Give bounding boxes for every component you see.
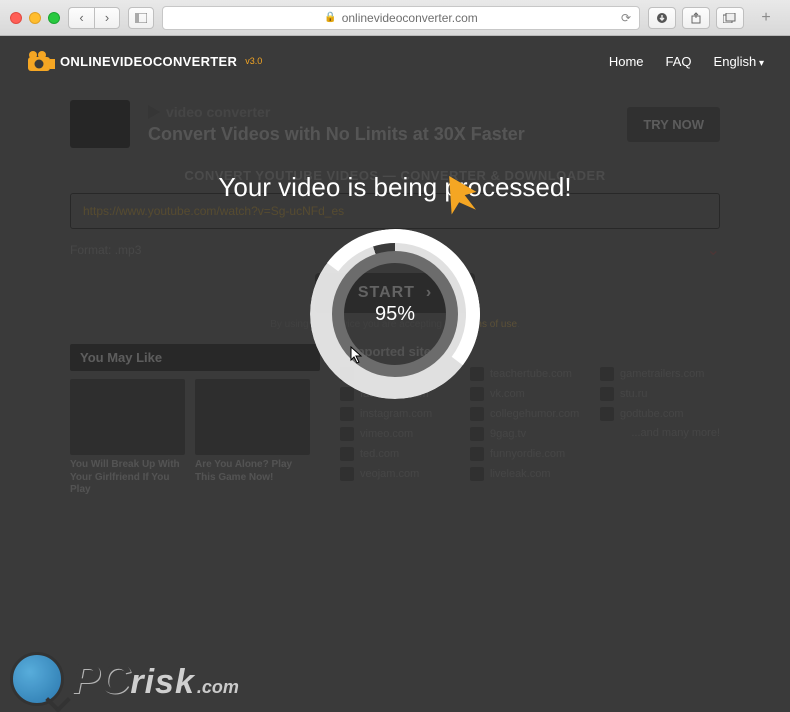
progress-percent: 95% xyxy=(310,229,480,399)
reload-icon[interactable]: ⟳ xyxy=(621,11,631,25)
page-content: ONLINEVIDEOCONVERTER v3.0 Home FAQ Engli… xyxy=(0,36,790,712)
address-bar[interactable]: 🔒 onlinevideoconverter.com ⟳ xyxy=(162,6,640,30)
minimize-icon[interactable] xyxy=(29,12,41,24)
browser-window: ‹ › 🔒 onlinevideoconverter.com ⟳ + xyxy=(0,0,790,712)
brand-name: ONLINEVIDEOCONVERTER xyxy=(60,54,237,69)
nav-language[interactable]: English xyxy=(714,54,764,69)
downloads-button[interactable] xyxy=(648,7,676,29)
maximize-icon[interactable] xyxy=(48,12,60,24)
tabs-button[interactable] xyxy=(716,7,744,29)
forward-button[interactable]: › xyxy=(94,7,120,29)
nav-back-forward: ‹ › xyxy=(68,7,120,29)
nav-faq[interactable]: FAQ xyxy=(666,54,692,69)
site-logo[interactable]: ONLINEVIDEOCONVERTER v3.0 xyxy=(26,49,262,73)
back-button[interactable]: ‹ xyxy=(68,7,94,29)
watermark: PC risk .com xyxy=(10,652,239,706)
brand-version: v3.0 xyxy=(245,56,262,66)
processing-title: Your video is being processed! xyxy=(218,172,571,203)
sidebar-toggle-button[interactable] xyxy=(128,7,154,29)
url-text: onlinevideoconverter.com xyxy=(342,11,478,25)
titlebar: ‹ › 🔒 onlinevideoconverter.com ⟳ + xyxy=(0,0,790,36)
close-icon[interactable] xyxy=(10,12,22,24)
camera-icon xyxy=(26,49,54,73)
window-controls xyxy=(10,12,60,24)
pointer-arrow-annotation xyxy=(438,172,472,212)
lock-icon: 🔒 xyxy=(324,12,336,23)
new-tab-button[interactable]: + xyxy=(752,7,780,29)
site-header: ONLINEVIDEOCONVERTER v3.0 Home FAQ Engli… xyxy=(0,36,790,86)
share-button[interactable] xyxy=(682,7,710,29)
main-nav: Home FAQ English xyxy=(609,54,764,69)
magnifier-icon xyxy=(10,652,64,706)
processing-overlay: Your video is being processed! 95% xyxy=(0,86,790,712)
toolbar-right xyxy=(648,7,744,29)
cursor-icon xyxy=(350,346,364,367)
nav-home[interactable]: Home xyxy=(609,54,644,69)
progress-spinner: 95% xyxy=(310,229,480,399)
